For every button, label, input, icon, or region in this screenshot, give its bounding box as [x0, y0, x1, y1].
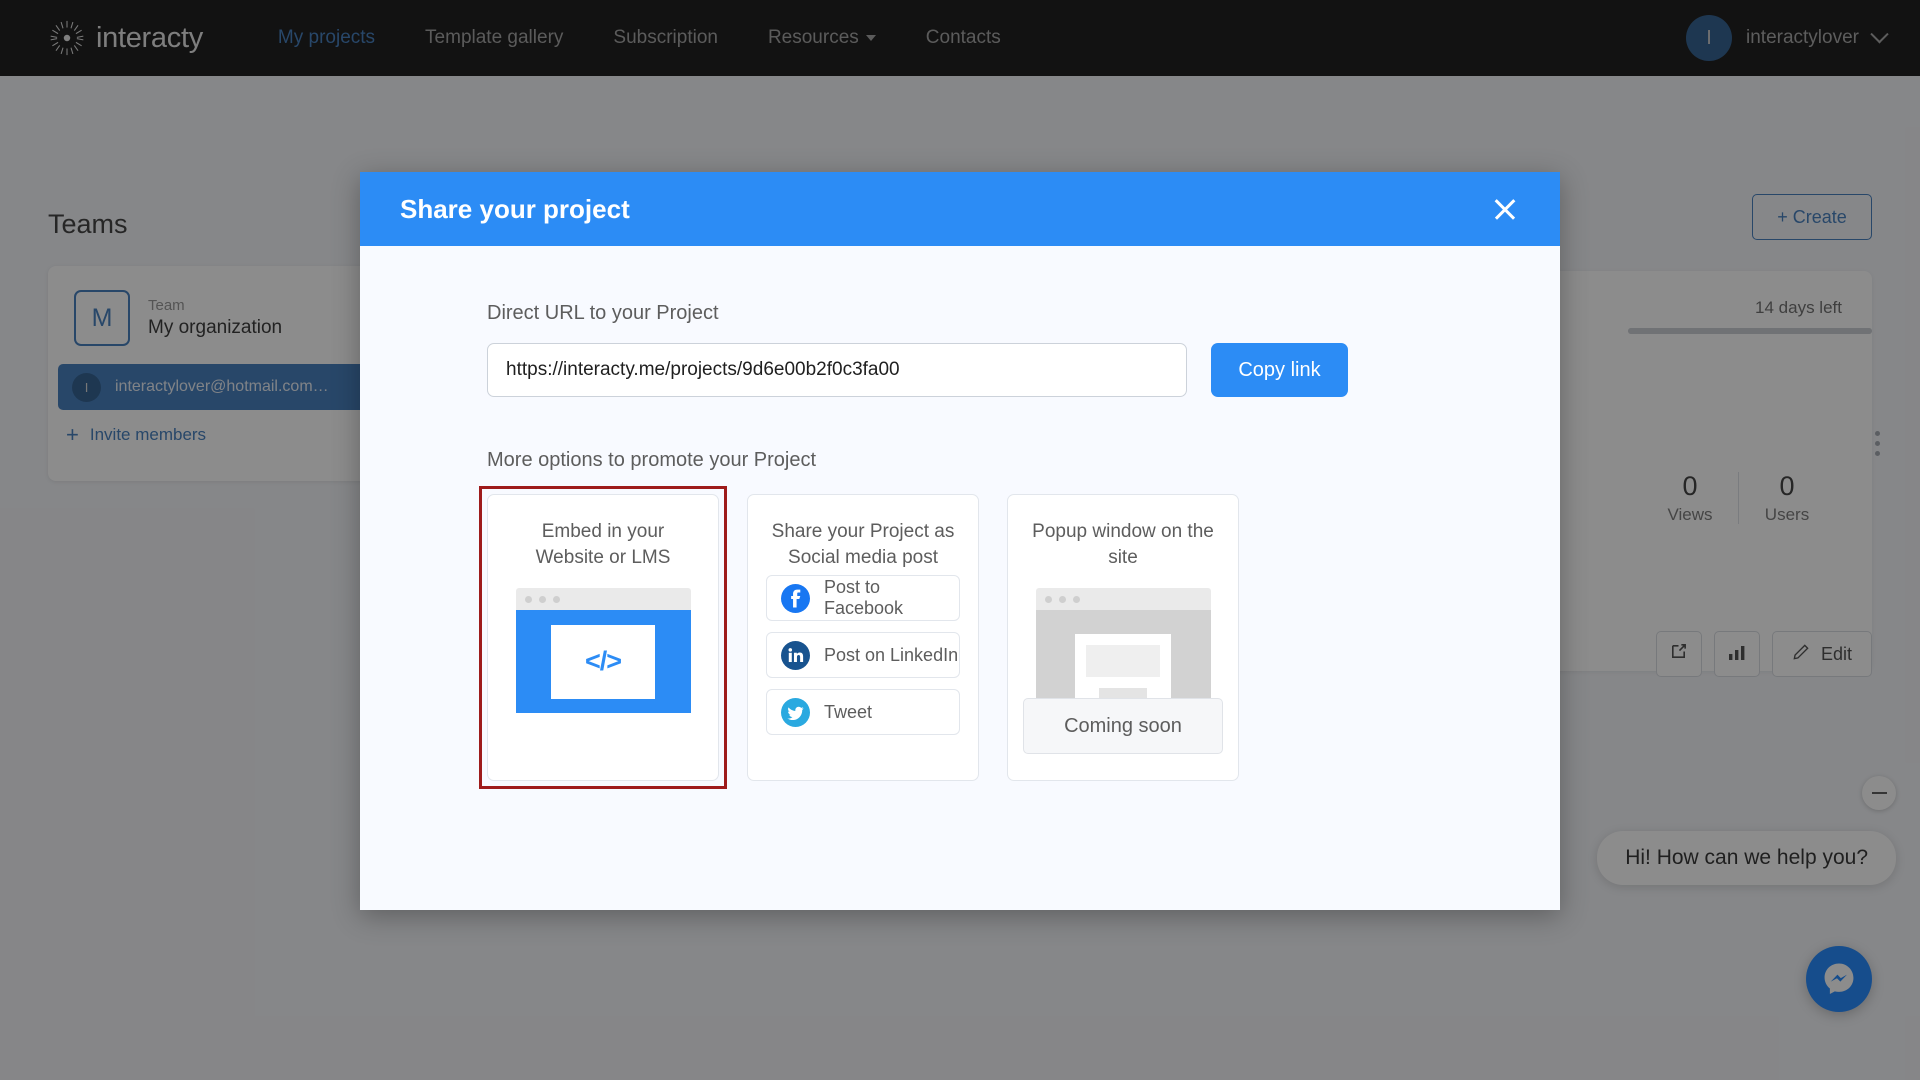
direct-url-row: Copy link [487, 343, 1560, 397]
popup-preview-illustration: Coming soon [1023, 588, 1223, 754]
post-on-linkedin-button[interactable]: Post on LinkedIn [766, 632, 960, 678]
post-on-linkedin-label: Post on LinkedIn [824, 644, 959, 665]
share-project-modal: Share your project Direct URL to your Pr… [360, 172, 1560, 910]
linkedin-icon [781, 640, 810, 670]
direct-url-label: Direct URL to your Project [487, 302, 719, 324]
option-card-popup: Popup window on the site Coming soon [1007, 494, 1239, 781]
option-card-social: Share your Project as Social media post … [747, 494, 979, 781]
close-icon[interactable] [1490, 194, 1520, 224]
tweet-label: Tweet [824, 701, 873, 722]
coming-soon-badge: Coming soon [1023, 698, 1223, 754]
facebook-icon [781, 583, 810, 613]
modal-header: Share your project [360, 172, 1560, 246]
modal-title: Share your project [400, 193, 630, 224]
option-card-embed[interactable]: Embed in your Website or LMS </> [487, 494, 719, 781]
embed-preview-illustration: </> [515, 588, 691, 713]
direct-url-input[interactable] [487, 343, 1187, 397]
post-to-facebook-button[interactable]: Post to Facebook [766, 575, 960, 621]
promote-options: Embed in your Website or LMS </> Share y… [479, 486, 1560, 789]
modal-body: Direct URL to your Project Copy link Mor… [360, 246, 1560, 789]
option-card-embed-title: Embed in your Website or LMS [535, 521, 671, 568]
code-icon: </> [551, 624, 655, 699]
option-card-social-title: Share your Project as Social media post [771, 521, 955, 568]
copy-link-button[interactable]: Copy link [1211, 343, 1348, 397]
option-card-popup-title: Popup window on the site [1032, 521, 1214, 568]
post-to-facebook-label: Post to Facebook [824, 577, 904, 618]
twitter-icon [781, 697, 810, 727]
more-options-label: More options to promote your Project [487, 449, 817, 471]
tweet-button[interactable]: Tweet [766, 689, 960, 735]
